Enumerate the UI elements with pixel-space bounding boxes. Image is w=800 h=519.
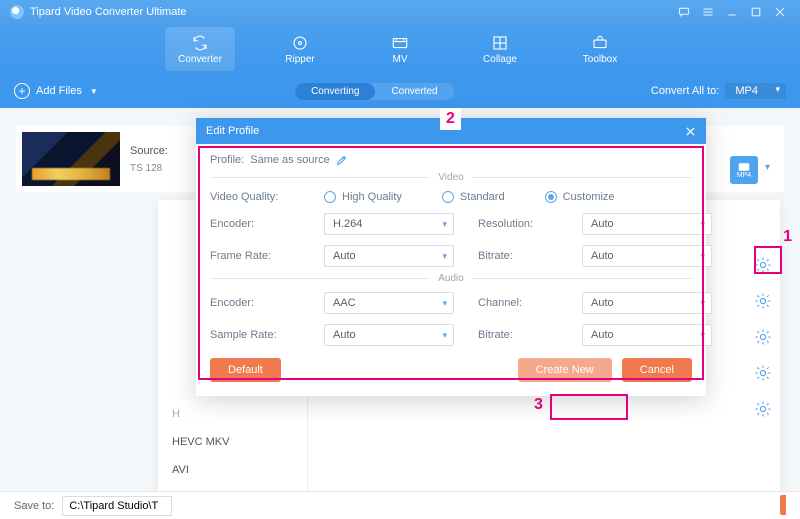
app-logo <box>10 5 24 19</box>
resolution-select[interactable]: Auto <box>582 213 712 235</box>
cancel-button[interactable]: Cancel <box>622 358 692 382</box>
gear-icon[interactable] <box>754 256 772 274</box>
output-format-badge[interactable]: MP4 <box>730 156 758 184</box>
dialog-title: Edit Profile <box>206 125 685 137</box>
category-avi[interactable]: AVI <box>158 456 307 484</box>
radio-high-quality[interactable]: High Quality <box>324 191 402 203</box>
add-files-button[interactable]: + Add Files ▼ <box>14 83 98 99</box>
create-new-button[interactable]: Create New <box>518 358 612 382</box>
dialog-body: Profile: Same as source Video Video Qual… <box>196 144 706 358</box>
video-bitrate-select[interactable]: Auto <box>582 245 712 267</box>
feedback-icon[interactable] <box>674 2 694 22</box>
segment-converted[interactable]: Converted <box>375 83 453 100</box>
close-icon[interactable] <box>685 126 696 137</box>
tab-label: Collage <box>483 54 517 65</box>
convert-all: Convert All to: MP4 <box>651 83 786 99</box>
video-grid: Video Quality: High Quality Standard Cus… <box>210 191 692 267</box>
sample-rate-select[interactable]: Auto <box>324 324 454 346</box>
video-bitrate-label: Bitrate: <box>478 250 558 262</box>
file-meta: TS 128 <box>130 163 168 174</box>
frame-rate-label: Frame Rate: <box>210 250 300 262</box>
audio-bitrate-label: Bitrate: <box>478 329 558 341</box>
convert-all-select[interactable]: MP4 <box>725 83 786 99</box>
app-title: Tipard Video Converter Ultimate <box>30 6 670 18</box>
audio-section-title: Audio <box>210 273 692 284</box>
channel-label: Channel: <box>478 297 558 309</box>
dialog-header: Edit Profile <box>196 118 706 144</box>
tab-label: Ripper <box>285 54 314 65</box>
tab-collage[interactable]: Collage <box>465 27 535 71</box>
default-button[interactable]: Default <box>210 358 281 382</box>
chevron-down-icon: ▼ <box>90 87 98 96</box>
source-label: Source: <box>130 145 168 157</box>
add-files-label: Add Files <box>36 85 82 97</box>
maximize-icon[interactable] <box>746 2 766 22</box>
menu-icon[interactable] <box>698 2 718 22</box>
tab-label: MV <box>393 54 408 65</box>
gear-icon[interactable] <box>754 400 772 418</box>
video-thumbnail <box>22 132 120 186</box>
dialog-footer: Default Create New Cancel <box>196 358 706 396</box>
plus-icon: + <box>14 83 30 99</box>
video-quality-label: Video Quality: <box>210 191 300 203</box>
resolution-label: Resolution: <box>478 218 558 230</box>
radio-customize[interactable]: Customize <box>545 191 615 203</box>
edit-profile-dialog: Edit Profile Profile: Same as source Vid… <box>196 118 706 396</box>
sample-rate-label: Sample Rate: <box>210 329 300 341</box>
video-encoder-label: Encoder: <box>210 218 300 230</box>
category-hevc-mkv[interactable]: HEVC MKV <box>158 428 307 456</box>
gear-icon[interactable] <box>754 292 772 310</box>
profile-value: Same as source <box>250 154 329 166</box>
audio-grid: Encoder: AAC Channel: Auto Sample Rate: … <box>210 292 692 346</box>
audio-encoder-select[interactable]: AAC <box>324 292 454 314</box>
tab-label: Converter <box>178 54 222 65</box>
video-section-title: Video <box>210 172 692 183</box>
tab-ripper[interactable]: Ripper <box>265 27 335 71</box>
close-icon[interactable] <box>770 2 790 22</box>
bottom-bar: Save to: <box>0 491 800 519</box>
category-h[interactable]: H <box>158 400 307 428</box>
frame-rate-select[interactable]: Auto <box>324 245 454 267</box>
nav-bar: Converter Ripper MV Collage Toolbox <box>0 24 800 74</box>
channel-select[interactable]: Auto <box>582 292 712 314</box>
title-bar: Tipard Video Converter Ultimate <box>0 0 800 24</box>
convert-all-label: Convert All to: <box>651 85 719 97</box>
save-to-label: Save to: <box>14 500 54 512</box>
output-format-chevron[interactable]: ▾ <box>765 162 770 173</box>
segment-converting[interactable]: Converting <box>295 83 375 100</box>
video-quality-radios: High Quality Standard Customize <box>324 191 712 203</box>
pencil-icon[interactable] <box>336 155 347 166</box>
audio-encoder-label: Encoder: <box>210 297 300 309</box>
video-encoder-select[interactable]: H.264 <box>324 213 454 235</box>
audio-bitrate-select[interactable]: Auto <box>582 324 712 346</box>
convert-all-button-edge[interactable] <box>780 495 786 515</box>
file-info: Source: TS 128 <box>130 145 168 174</box>
tab-label: Toolbox <box>583 54 617 65</box>
tab-converter[interactable]: Converter <box>165 27 235 71</box>
tool-row: + Add Files ▼ Converting Converted Conve… <box>0 74 800 108</box>
tab-mv[interactable]: MV <box>365 27 435 71</box>
gear-icon[interactable] <box>754 328 772 346</box>
save-to-input[interactable] <box>62 496 172 516</box>
profile-label: Profile: <box>210 154 244 166</box>
tab-toolbox[interactable]: Toolbox <box>565 27 635 71</box>
side-gear-column <box>754 256 772 418</box>
minimize-icon[interactable] <box>722 2 742 22</box>
profile-row: Profile: Same as source <box>210 154 692 166</box>
status-segment: Converting Converted <box>295 83 454 100</box>
radio-standard[interactable]: Standard <box>442 191 505 203</box>
gear-icon[interactable] <box>754 364 772 382</box>
